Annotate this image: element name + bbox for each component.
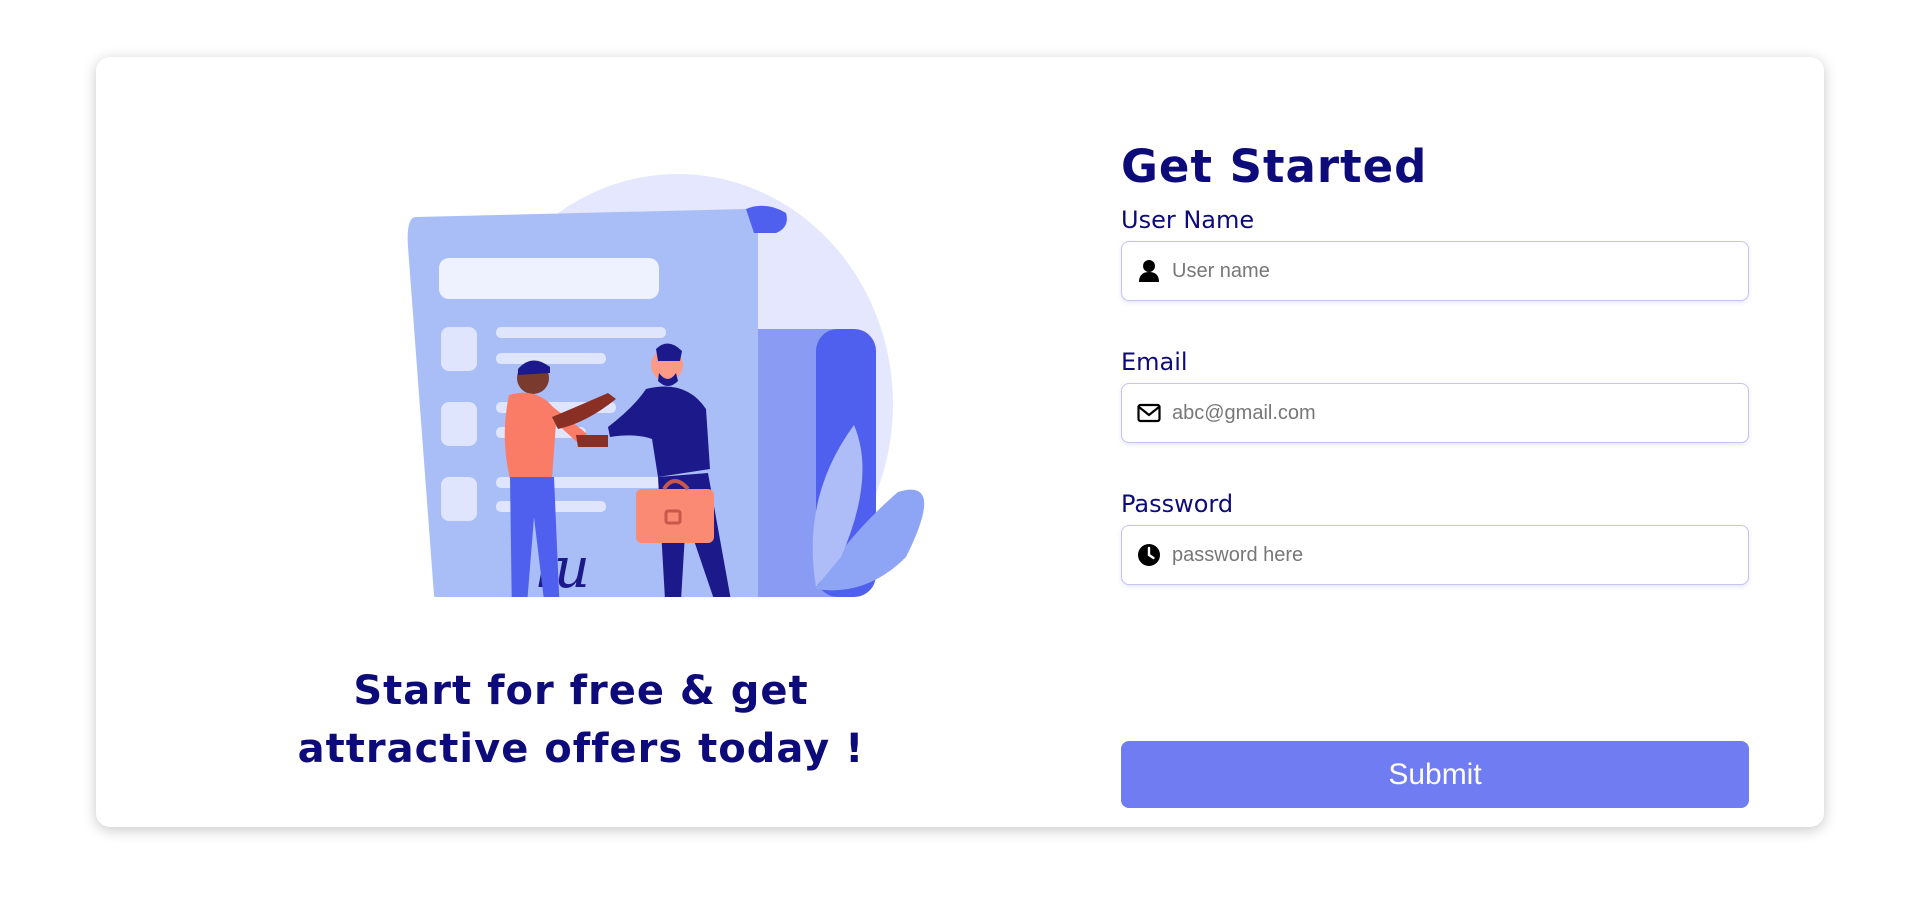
email-group: Email [1121, 347, 1749, 443]
form-title: Get Started [1121, 140, 1428, 193]
document-checkbox-1 [441, 327, 477, 371]
document-line-1 [496, 327, 666, 338]
clock-icon [1136, 542, 1162, 568]
username-group: User Name [1121, 205, 1749, 301]
promo-tagline-line-1: Start for free & get [353, 668, 809, 714]
document-line-2 [496, 353, 606, 364]
signup-card: lu Start for free & get attractive offer… [96, 57, 1824, 827]
email-field[interactable] [1121, 383, 1749, 443]
document-checkbox-2 [441, 402, 477, 446]
signup-form: Get Started User Name Email [1121, 137, 1749, 808]
briefcase [636, 489, 714, 543]
password-input[interactable] [1170, 542, 1734, 568]
username-field[interactable] [1121, 241, 1749, 301]
password-label: Password [1121, 490, 1234, 518]
document-header-bar [439, 258, 659, 299]
handshake-contract-illustration: lu [407, 174, 925, 597]
user-icon [1136, 258, 1162, 284]
email-input[interactable] [1170, 400, 1734, 426]
username-input[interactable] [1170, 258, 1734, 284]
username-label: User Name [1121, 206, 1255, 234]
promo-tagline: Start for free & get attractive offers t… [246, 662, 916, 778]
document-checkbox-3 [441, 477, 477, 521]
password-field[interactable] [1121, 525, 1749, 585]
submit-button[interactable]: Submit [1121, 741, 1749, 808]
email-label: Email [1121, 348, 1188, 376]
promo-tagline-line-2: attractive offers today ! [297, 726, 865, 772]
envelope-icon [1136, 400, 1162, 426]
password-group: Password [1121, 489, 1749, 585]
